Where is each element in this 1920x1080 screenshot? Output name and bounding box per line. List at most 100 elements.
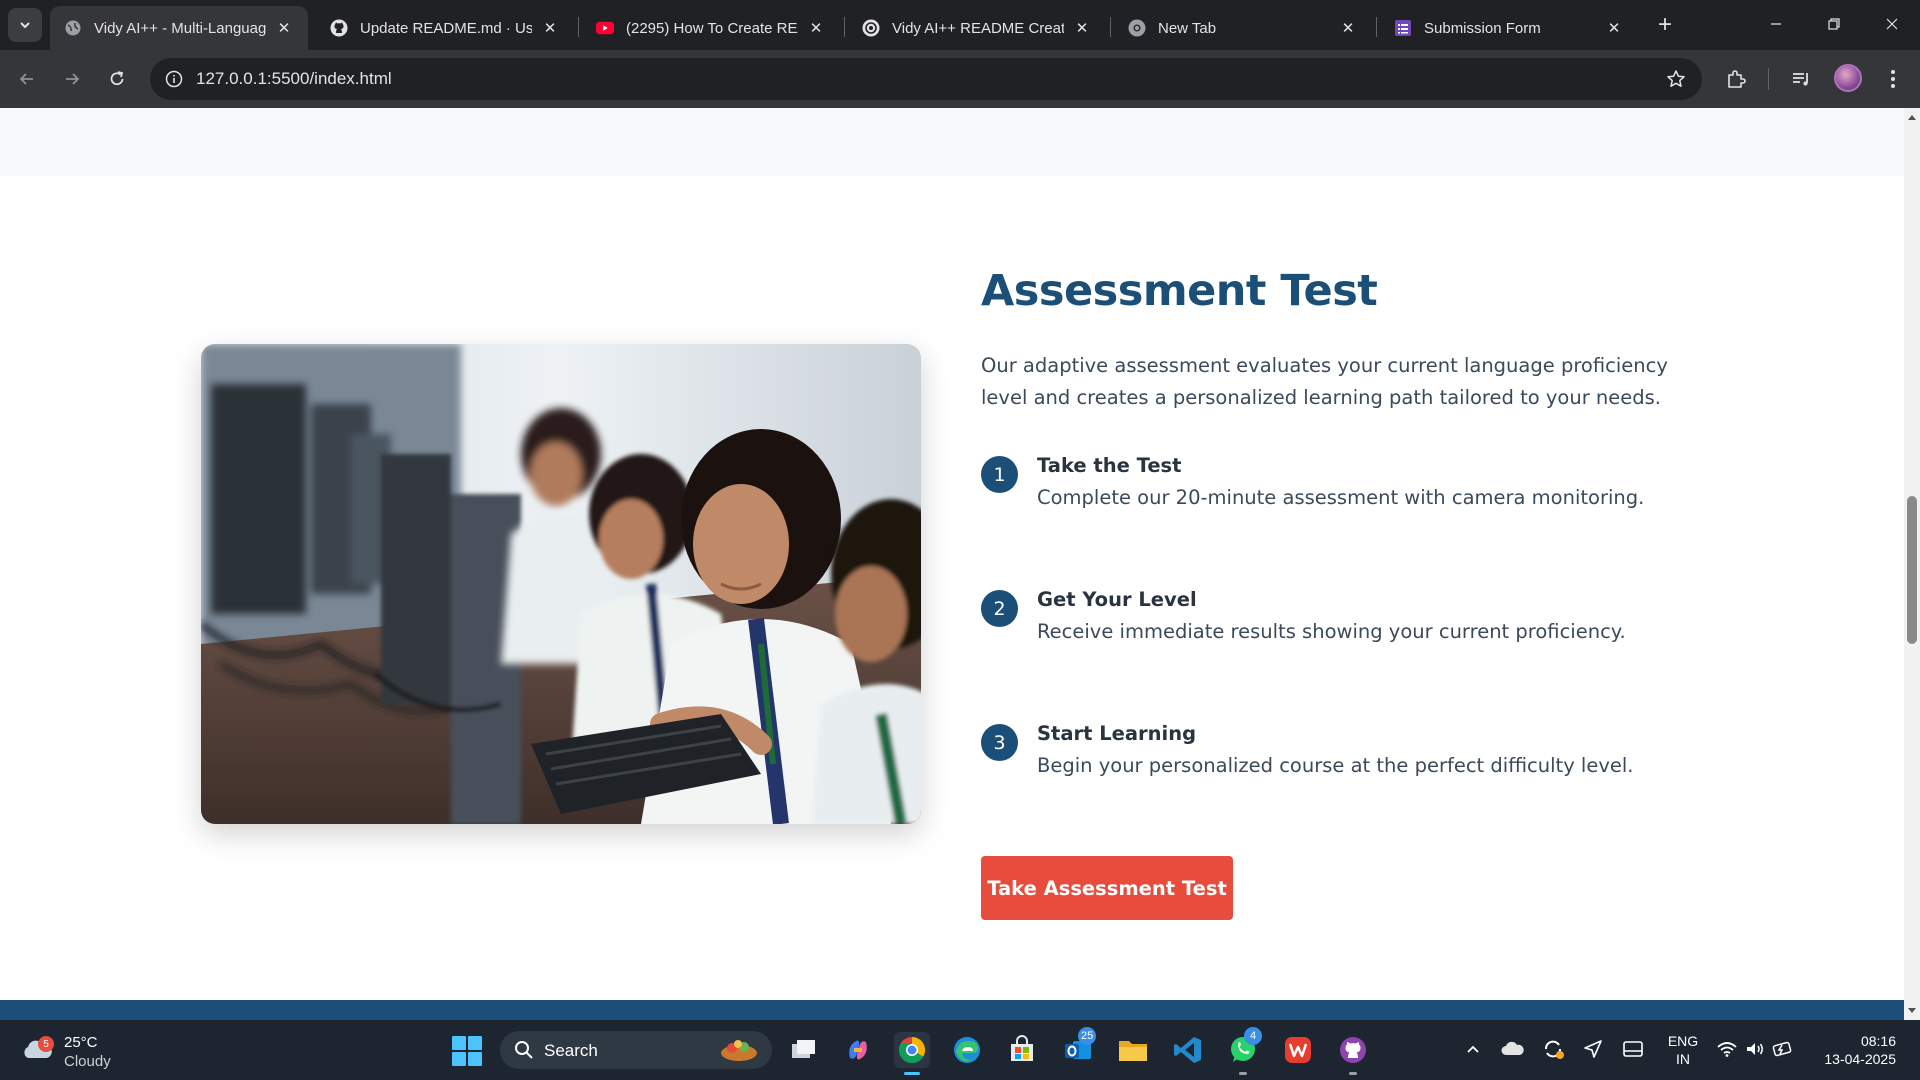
tab-vidy-ai[interactable]: Vidy AI++ - Multi-Language ✕ (50, 6, 308, 50)
tab-new-tab[interactable]: New Tab ✕ (1114, 6, 1372, 50)
tab-title: Vidy AI++ - Multi-Language (94, 19, 266, 37)
bookmark-star-icon[interactable] (1664, 67, 1688, 91)
weather-condition: Cloudy (64, 1053, 111, 1070)
tab-strip: Vidy AI++ - Multi-Language ✕ Update READ… (0, 0, 1920, 50)
close-tab-icon[interactable]: ✕ (540, 18, 560, 38)
edge-icon (954, 1037, 980, 1063)
location-button[interactable] (1578, 1034, 1608, 1064)
tab-separator (578, 17, 579, 37)
students-at-computers-image (201, 344, 921, 824)
minimize-button[interactable] (1748, 0, 1804, 48)
back-button[interactable] (10, 62, 44, 96)
taskbar-search-box[interactable]: Search (500, 1031, 772, 1069)
system-clock[interactable]: 08:16 13-04-2025 (1812, 1032, 1896, 1068)
step-title: Get Your Level (1037, 588, 1197, 611)
step-title: Take the Test (1037, 454, 1182, 477)
wifi-button[interactable] (1712, 1034, 1742, 1064)
battery-charging-icon (1772, 1041, 1792, 1057)
footer-band (0, 1000, 1904, 1020)
show-hidden-icons-button[interactable] (1458, 1034, 1488, 1064)
whatsapp-running-indicator (1239, 1072, 1247, 1075)
minimize-icon (1771, 23, 1781, 25)
speaker-icon (1747, 1043, 1763, 1055)
close-tab-icon[interactable]: ✕ (274, 18, 294, 38)
tab-search-button[interactable] (8, 8, 42, 42)
close-tab-icon[interactable]: ✕ (1072, 18, 1092, 38)
browser-toolbar: 127.0.0.1:5500/index.html (0, 50, 1920, 108)
section-title: Assessment Test (981, 266, 1378, 316)
input-language-indicator[interactable]: ENG IN (1666, 1032, 1700, 1068)
step-description: Begin your personalized course at the pe… (1037, 754, 1634, 777)
scrollbar-thumb[interactable] (1907, 496, 1917, 644)
wifi-icon (1717, 1042, 1737, 1057)
address-bar[interactable]: 127.0.0.1:5500/index.html (150, 58, 1702, 100)
forward-button[interactable] (55, 62, 89, 96)
clock-time: 08:16 (1860, 1033, 1896, 1049)
volume-button[interactable] (1740, 1034, 1770, 1064)
form-icon (1394, 19, 1412, 37)
tab-youtube[interactable]: (2295) How To Create REAL ✕ (582, 6, 840, 50)
close-icon (1886, 18, 1898, 30)
tab-submission-form[interactable]: Submission Form ✕ (1380, 6, 1638, 50)
tab-title: Submission Form (1424, 19, 1541, 37)
globe-icon (64, 19, 82, 37)
folder-icon (1119, 1041, 1147, 1061)
onedrive-button[interactable] (1498, 1034, 1528, 1064)
store-button[interactable] (1004, 1032, 1040, 1068)
weather-widget[interactable]: 5 25°C Cloudy (20, 1030, 140, 1070)
close-tab-icon[interactable]: ✕ (1604, 18, 1624, 38)
step-number-badge: 3 (981, 724, 1018, 761)
task-view-icon (792, 1040, 815, 1058)
url-text[interactable]: 127.0.0.1:5500/index.html (196, 69, 392, 89)
file-explorer-button[interactable] (1115, 1032, 1151, 1068)
tab-separator (844, 17, 845, 37)
chrome-taskbar-button[interactable] (894, 1032, 930, 1068)
media-controls-button[interactable] (1784, 62, 1818, 96)
new-tab-button[interactable]: + (1650, 10, 1680, 40)
restore-button[interactable] (1806, 0, 1862, 48)
task-view-button[interactable] (786, 1032, 822, 1068)
battery-button[interactable] (1768, 1034, 1798, 1064)
extensions-button[interactable] (1719, 62, 1753, 96)
close-window-button[interactable] (1864, 0, 1920, 48)
scroll-down-arrow-icon[interactable] (1904, 1004, 1920, 1018)
step-number-badge: 2 (981, 590, 1018, 627)
vscode-button[interactable] (1170, 1032, 1206, 1068)
weather-alert-badge: 5 (38, 1036, 54, 1052)
sync-status-button[interactable] (1538, 1034, 1568, 1064)
toolbar-divider (1768, 68, 1769, 90)
site-info-icon[interactable] (162, 67, 186, 91)
tab-separator (1110, 17, 1111, 37)
weather-temperature: 25°C (64, 1034, 98, 1051)
edge-button[interactable] (949, 1032, 985, 1068)
take-assessment-button[interactable]: Take Assessment Test (981, 856, 1233, 920)
close-tab-icon[interactable]: ✕ (1338, 18, 1358, 38)
github-desktop-icon (1340, 1037, 1366, 1063)
tab-readme-creation[interactable]: Vidy AI++ README Creatio ✕ (848, 6, 1106, 50)
wps-office-button[interactable] (1280, 1032, 1316, 1068)
step-number-badge: 1 (981, 456, 1018, 493)
arrow-right-icon (66, 73, 80, 85)
reload-button[interactable] (100, 62, 134, 96)
scroll-up-arrow-icon[interactable] (1904, 110, 1920, 124)
tablet-mode-button[interactable] (1618, 1034, 1648, 1064)
youtube-icon (596, 19, 614, 37)
browser-menu-button[interactable] (1876, 62, 1910, 96)
store-icon (1011, 1035, 1033, 1061)
start-button[interactable] (452, 1036, 482, 1066)
copilot-button[interactable] (840, 1032, 876, 1068)
tab-readme-github[interactable]: Update README.md · Usm ✕ (316, 6, 574, 50)
github-desktop-button[interactable] (1335, 1032, 1371, 1068)
arrow-left-icon (19, 73, 33, 85)
close-tab-icon[interactable]: ✕ (806, 18, 826, 38)
page-scrollbar[interactable] (1904, 108, 1920, 1020)
tab-title: (2295) How To Create REAL (626, 19, 798, 37)
chevron-up-icon (1467, 1045, 1479, 1053)
chevron-down-icon (20, 22, 30, 29)
chrome-running-indicator (904, 1072, 920, 1075)
profile-avatar[interactable] (1834, 64, 1862, 92)
vscode-icon (1174, 1037, 1201, 1063)
search-highlight-icon (721, 1040, 757, 1061)
previous-section-band (0, 108, 1904, 176)
copilot-icon (849, 1040, 867, 1060)
